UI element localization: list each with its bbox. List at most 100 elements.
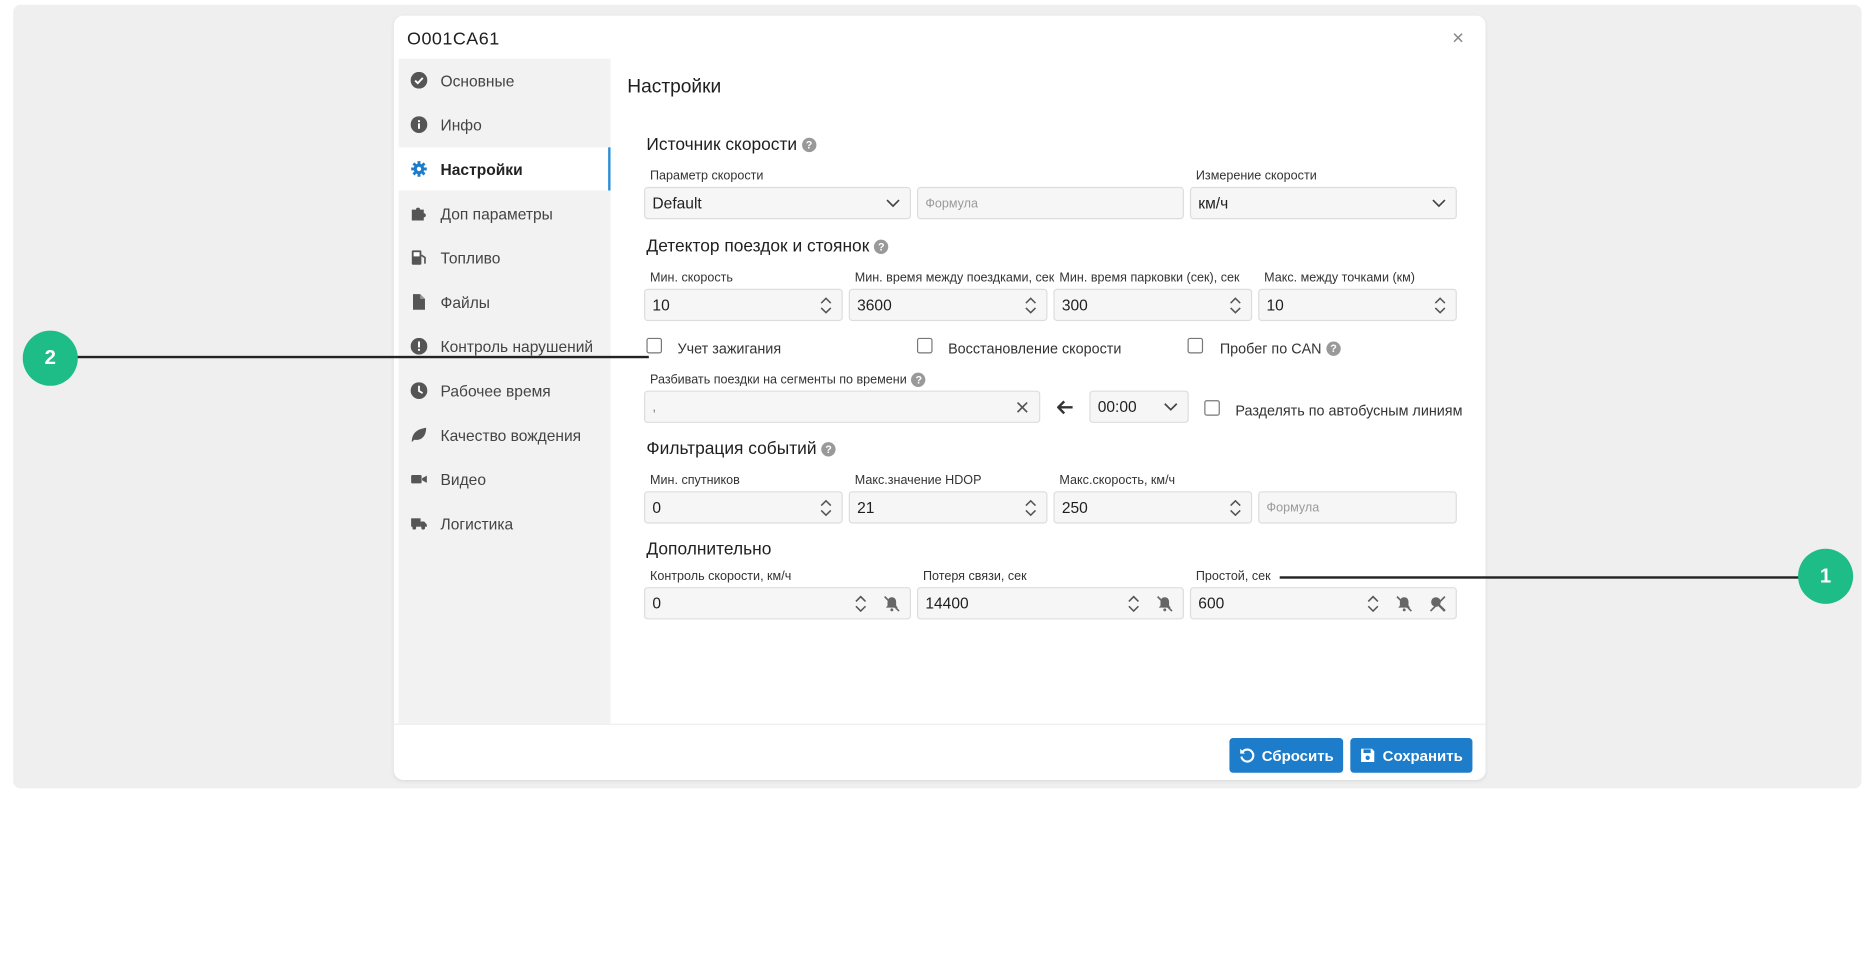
speed-control-input[interactable]: 0 [644, 587, 911, 620]
filter-formula-input[interactable]: Формула [1258, 491, 1457, 524]
idle-label: Простой, сек [1195, 569, 1271, 584]
check-circle-icon [410, 71, 428, 89]
truck-icon [411, 515, 428, 532]
spinner-icon[interactable] [1229, 296, 1241, 315]
sidebar-item-label: Видео [440, 470, 487, 489]
spinner-icon[interactable] [1229, 498, 1241, 517]
leaf-icon [411, 427, 428, 444]
input-value: 21 [857, 498, 875, 517]
section-heading: Источник скорости [646, 135, 798, 155]
input-value: 0 [652, 498, 662, 517]
max-speed-input[interactable]: 250 [1053, 491, 1253, 524]
sidebar-item-settings[interactable]: Настройки [398, 147, 611, 191]
input-value: 10 [1266, 295, 1284, 314]
input-value: 10 [652, 295, 670, 314]
chevron-down-icon [886, 199, 900, 208]
sidebar-item-label: Основные [440, 71, 515, 90]
max-speed-label: Макс.скорость, км/ч [1059, 473, 1176, 488]
spinner-icon[interactable] [855, 594, 867, 613]
max-distance-input[interactable]: 10 [1258, 288, 1457, 322]
sidebar-item-work-time[interactable]: Рабочее время [399, 369, 611, 412]
input-value: 3600 [857, 295, 892, 314]
sidebar-item-logistics[interactable]: Логистика [399, 502, 611, 545]
speed-unit-select[interactable]: км/ч [1189, 186, 1457, 220]
arrow-left-icon[interactable] [1057, 400, 1074, 415]
warning-icon [410, 337, 428, 355]
save-button[interactable]: Сохранить [1350, 738, 1473, 773]
max-hdop-input[interactable]: 21 [848, 491, 1048, 524]
undo-icon [1240, 748, 1255, 763]
sidebar-item-video[interactable]: Видео [399, 458, 611, 501]
speed-param-select[interactable]: Default [644, 186, 911, 220]
time-select[interactable]: 00:00 [1089, 390, 1189, 423]
help-icon[interactable]: ? [874, 239, 889, 254]
map-pin-off-icon[interactable] [1429, 595, 1446, 612]
help-icon[interactable]: ? [821, 442, 836, 457]
section-trip-detector: Детектор поездок и стоянок? [646, 237, 889, 257]
split-trips-text: Разбивать поездки на сегменты по времени [650, 372, 907, 387]
connection-loss-label: Потеря связи, сек [922, 569, 1027, 584]
can-mileage-text: Пробег по CAN [1219, 340, 1322, 358]
sidebar-item-main[interactable]: Основные [399, 59, 611, 102]
max-distance-label: Макс. между точками (км) [1264, 270, 1415, 286]
bus-lines-checkbox[interactable] [1204, 400, 1220, 416]
reset-button[interactable]: Сбросить [1229, 738, 1344, 773]
connection-loss-input[interactable]: 14400 [916, 587, 1184, 620]
spinner-icon[interactable] [1025, 296, 1037, 315]
sidebar-item-label: Качество вождения [440, 425, 582, 444]
input-value: , [652, 399, 657, 414]
help-icon[interactable]: ? [1326, 341, 1341, 356]
ignition-checkbox[interactable] [646, 337, 662, 354]
sidebar-item-driving-quality[interactable]: Качество вождения [399, 413, 611, 456]
section-heading: Детектор поездок и стоянок [646, 237, 870, 257]
sidebar-item-label: Контроль нарушений [440, 337, 594, 356]
min-park-time-label: Мин. время парковки (сек), сек [1059, 270, 1240, 286]
spinner-icon[interactable] [1434, 296, 1446, 315]
callout-line-1 [1279, 576, 1800, 579]
bell-off-icon[interactable] [1396, 595, 1413, 612]
min-park-time-input[interactable]: 300 [1053, 288, 1253, 322]
reset-button-label: Сбросить [1261, 747, 1334, 764]
sidebar-item-label: Доп параметры [440, 204, 553, 223]
callout-line-2 [76, 355, 649, 359]
speed-param-label: Параметр скорости [650, 168, 764, 184]
bell-off-icon[interactable] [1156, 595, 1173, 612]
min-speed-input[interactable]: 10 [644, 288, 843, 322]
close-icon[interactable]: × [1452, 26, 1464, 50]
min-satellites-input[interactable]: 0 [644, 491, 843, 524]
idle-input[interactable]: 600 [1189, 587, 1457, 620]
help-icon[interactable]: ? [911, 372, 926, 387]
clear-icon[interactable] [1016, 401, 1028, 413]
spinner-icon[interactable] [820, 296, 832, 315]
chevron-down-icon [1432, 199, 1446, 208]
chevron-down-icon [1164, 403, 1178, 411]
sidebar-item-fuel[interactable]: Топливо [399, 236, 611, 279]
spinner-icon[interactable] [820, 498, 832, 517]
input-value: 600 [1198, 594, 1225, 613]
sidebar-item-info[interactable]: Инфо [399, 103, 611, 146]
save-button-label: Сохранить [1382, 747, 1463, 764]
spinner-icon[interactable] [1367, 594, 1379, 613]
section-heading: Фильтрация событий [646, 439, 817, 459]
speed-restore-checkbox[interactable] [916, 337, 933, 354]
can-mileage-checkbox[interactable] [1187, 337, 1204, 354]
speed-formula-input[interactable]: Формула [916, 186, 1184, 220]
help-icon[interactable]: ? [801, 137, 817, 153]
split-trips-input[interactable]: , [644, 390, 1041, 423]
sidebar-item-extra-params[interactable]: Доп параметры [399, 192, 611, 235]
fuel-pump-icon [411, 249, 428, 266]
max-hdop-label: Макс.значение HDOP [854, 473, 982, 488]
min-trip-time-input[interactable]: 3600 [848, 288, 1048, 322]
sidebar-item-violations[interactable]: Контроль нарушений [399, 325, 611, 368]
section-event-filter: Фильтрация событий? [646, 439, 836, 459]
bell-off-icon[interactable] [883, 595, 900, 612]
spinner-icon[interactable] [1025, 498, 1037, 517]
sidebar-item-label: Инфо [440, 115, 482, 134]
spinner-icon[interactable] [1128, 594, 1140, 613]
sidebar: Основные Инфо Настройки Доп параметры То… [398, 58, 611, 724]
info-icon [410, 116, 428, 133]
sidebar-item-label: Топливо [440, 248, 501, 267]
selected-value: Default [652, 194, 702, 213]
sidebar-item-files[interactable]: Файлы [399, 280, 611, 323]
clock-icon [410, 382, 428, 399]
